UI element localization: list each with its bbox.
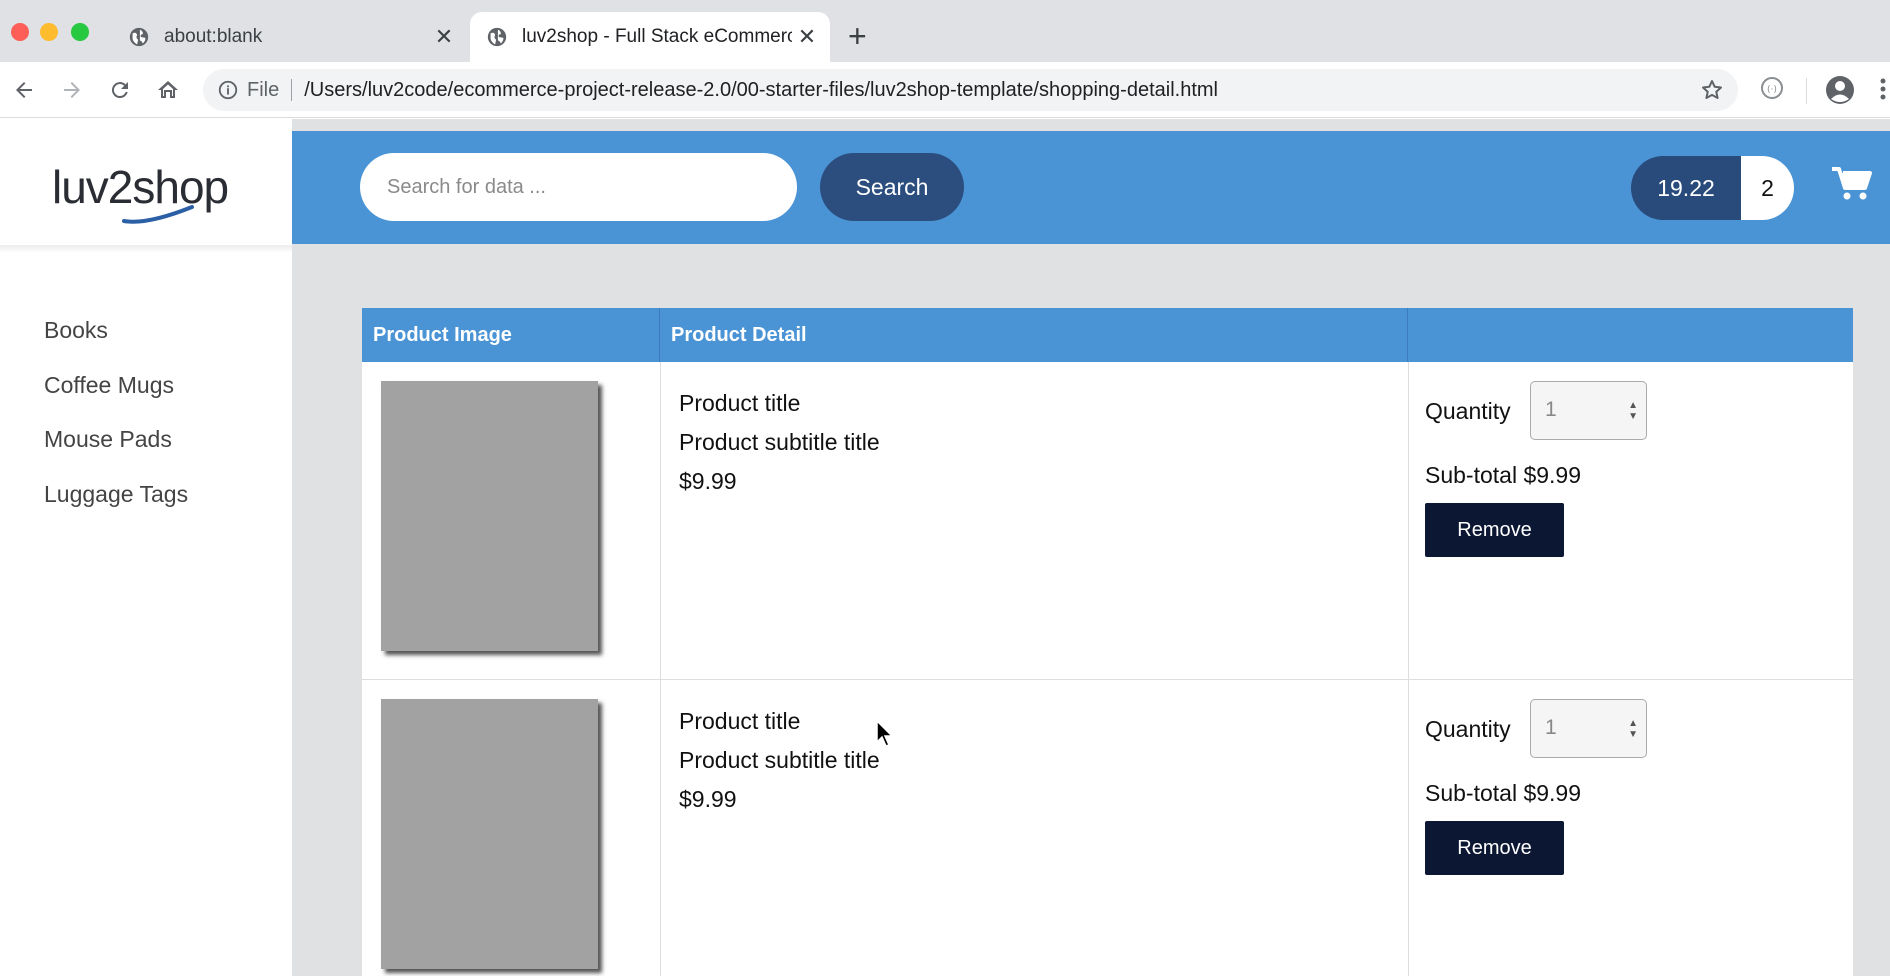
minimize-window-button[interactable] [40, 23, 58, 41]
item-subtotal: Sub-total $9.99 [1425, 462, 1582, 488]
product-image-placeholder [381, 699, 598, 969]
product-subtitle: Product subtitle title [679, 747, 880, 773]
item-subtotal: Sub-total $9.99 [1425, 780, 1582, 806]
product-detail: Product title Product subtitle title $9.… [679, 702, 880, 819]
mouse-cursor-icon [876, 720, 894, 747]
quantity-value: 1 [1545, 716, 1557, 739]
info-icon[interactable] [217, 79, 239, 101]
quantity-label: Quantity [1425, 716, 1511, 742]
category-item-mouse-pads[interactable]: Mouse Pads [44, 412, 188, 467]
column-divider [1408, 680, 1409, 976]
svg-text:luv2shop: luv2shop [52, 161, 228, 213]
bookmark-star-icon[interactable] [1700, 78, 1724, 102]
globe-icon [487, 27, 507, 47]
table-header: Product Image Product Detail [362, 308, 1853, 362]
reload-icon [111, 82, 128, 99]
forward-button[interactable] [56, 74, 88, 106]
category-item-coffee-mugs[interactable]: Coffee Mugs [44, 358, 188, 413]
product-title: Product title [679, 390, 801, 416]
spinner-arrows-icon[interactable]: ▲ ▼ [1628, 718, 1638, 740]
profile-avatar-icon[interactable] [1824, 74, 1856, 106]
address-bar[interactable]: File /Users/luv2code/ecommerce-project-r… [203, 69, 1738, 111]
tab-title: about:blank [164, 26, 263, 47]
quantity-stepper[interactable]: 1 ▲ ▼ [1530, 699, 1647, 758]
product-price: $9.99 [679, 468, 737, 494]
maximize-window-button[interactable] [71, 23, 89, 41]
toolbar-divider [1806, 78, 1807, 104]
extension-icon[interactable]: (·) [1760, 76, 1784, 100]
cart-total-quantity: 2 [1741, 156, 1794, 220]
product-detail: Product title Product subtitle title $9.… [679, 384, 880, 501]
product-subtitle: Product subtitle title [679, 429, 880, 455]
cart-details-table: Product Image Product Detail Product tit… [362, 308, 1853, 976]
table-row: Product title Product subtitle title $9.… [362, 680, 1853, 976]
close-tab-icon[interactable]: ✕ [792, 24, 822, 50]
column-header-product-image: Product Image [362, 308, 660, 362]
quantity-stepper[interactable]: 1 ▲ ▼ [1530, 381, 1647, 440]
close-tab-icon[interactable]: ✕ [429, 24, 459, 50]
search-button[interactable]: Search [820, 153, 964, 221]
quantity-value: 1 [1545, 398, 1557, 421]
product-image-placeholder [381, 381, 598, 651]
column-divider [660, 362, 661, 679]
category-item-luggage-tags[interactable]: Luggage Tags [44, 467, 188, 522]
site-header: Search 19.22 2 [292, 131, 1890, 244]
column-header-actions [1408, 308, 1853, 362]
browser-tab-luv2shop[interactable]: luv2shop - Full Stack eCommerce ✕ [470, 12, 830, 62]
column-divider [1408, 362, 1409, 679]
forward-arrow-icon [64, 82, 80, 98]
browser-menu-icon[interactable] [1878, 76, 1888, 102]
remove-button[interactable]: Remove [1425, 503, 1564, 557]
url-text[interactable]: /Users/luv2code/ecommerce-project-releas… [304, 79, 1218, 102]
column-header-product-detail: Product Detail [660, 308, 1408, 362]
quantity-label: Quantity [1425, 398, 1511, 424]
close-window-button[interactable] [11, 23, 29, 41]
svg-text:(·): (·) [1767, 85, 1777, 95]
reload-button[interactable] [104, 74, 136, 106]
luv2shop-logo[interactable]: luv2shop [52, 155, 242, 235]
search-input[interactable] [360, 153, 797, 221]
sidebar-divider [0, 245, 292, 253]
globe-icon [129, 27, 149, 47]
shopping-cart-icon[interactable] [1832, 166, 1872, 202]
page-content: luv2shop Books Coffee Mugs Mouse Pads Lu… [0, 119, 1890, 976]
tab-title: luv2shop - Full Stack eCommerce [522, 26, 792, 47]
scheme-label: File [247, 78, 280, 101]
home-button[interactable] [152, 74, 184, 106]
browser-tab-about-blank[interactable]: about:blank ✕ [112, 12, 467, 62]
cart-status[interactable]: 19.22 2 [1631, 156, 1794, 220]
spinner-arrows-icon[interactable]: ▲ ▼ [1628, 400, 1638, 422]
back-arrow-icon [16, 82, 32, 98]
browser-toolbar: File /Users/luv2code/ecommerce-project-r… [0, 62, 1890, 118]
category-item-books[interactable]: Books [44, 303, 188, 358]
sidebar: luv2shop Books Coffee Mugs Mouse Pads Lu… [0, 119, 292, 976]
remove-button[interactable]: Remove [1425, 821, 1564, 875]
browser-tab-bar: about:blank ✕ luv2shop - Full Stack eCom… [0, 0, 1890, 62]
category-menu: Books Coffee Mugs Mouse Pads Luggage Tag… [44, 303, 188, 521]
address-divider [291, 79, 293, 101]
product-price: $9.99 [679, 786, 737, 812]
product-title: Product title [679, 708, 801, 734]
cart-total-price: 19.22 [1631, 156, 1741, 220]
table-row: Product title Product subtitle title $9.… [362, 362, 1853, 680]
home-icon [158, 81, 178, 98]
new-tab-button[interactable]: + [848, 20, 867, 52]
back-button[interactable] [8, 74, 40, 106]
column-divider [660, 680, 661, 976]
